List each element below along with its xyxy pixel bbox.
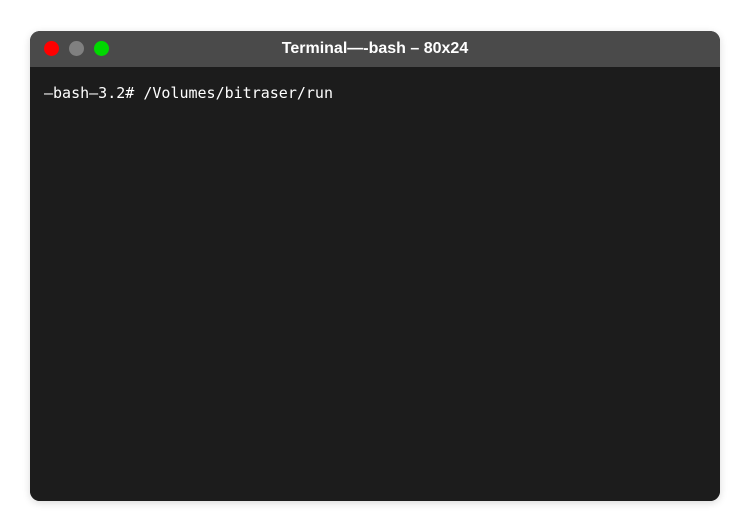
traffic-lights xyxy=(44,41,109,56)
minimize-icon[interactable] xyxy=(69,41,84,56)
window-title: Terminal—-bash – 80x24 xyxy=(30,40,720,58)
maximize-icon[interactable] xyxy=(94,41,109,56)
terminal-window: Terminal—-bash – 80x24 –bash–3.2# /Volum… xyxy=(30,31,720,501)
terminal-body[interactable]: –bash–3.2# /Volumes/bitraser/run xyxy=(30,67,720,501)
close-icon[interactable] xyxy=(44,41,59,56)
prompt-line: –bash–3.2# /Volumes/bitraser/run xyxy=(44,83,706,104)
title-bar[interactable]: Terminal—-bash – 80x24 xyxy=(30,31,720,67)
